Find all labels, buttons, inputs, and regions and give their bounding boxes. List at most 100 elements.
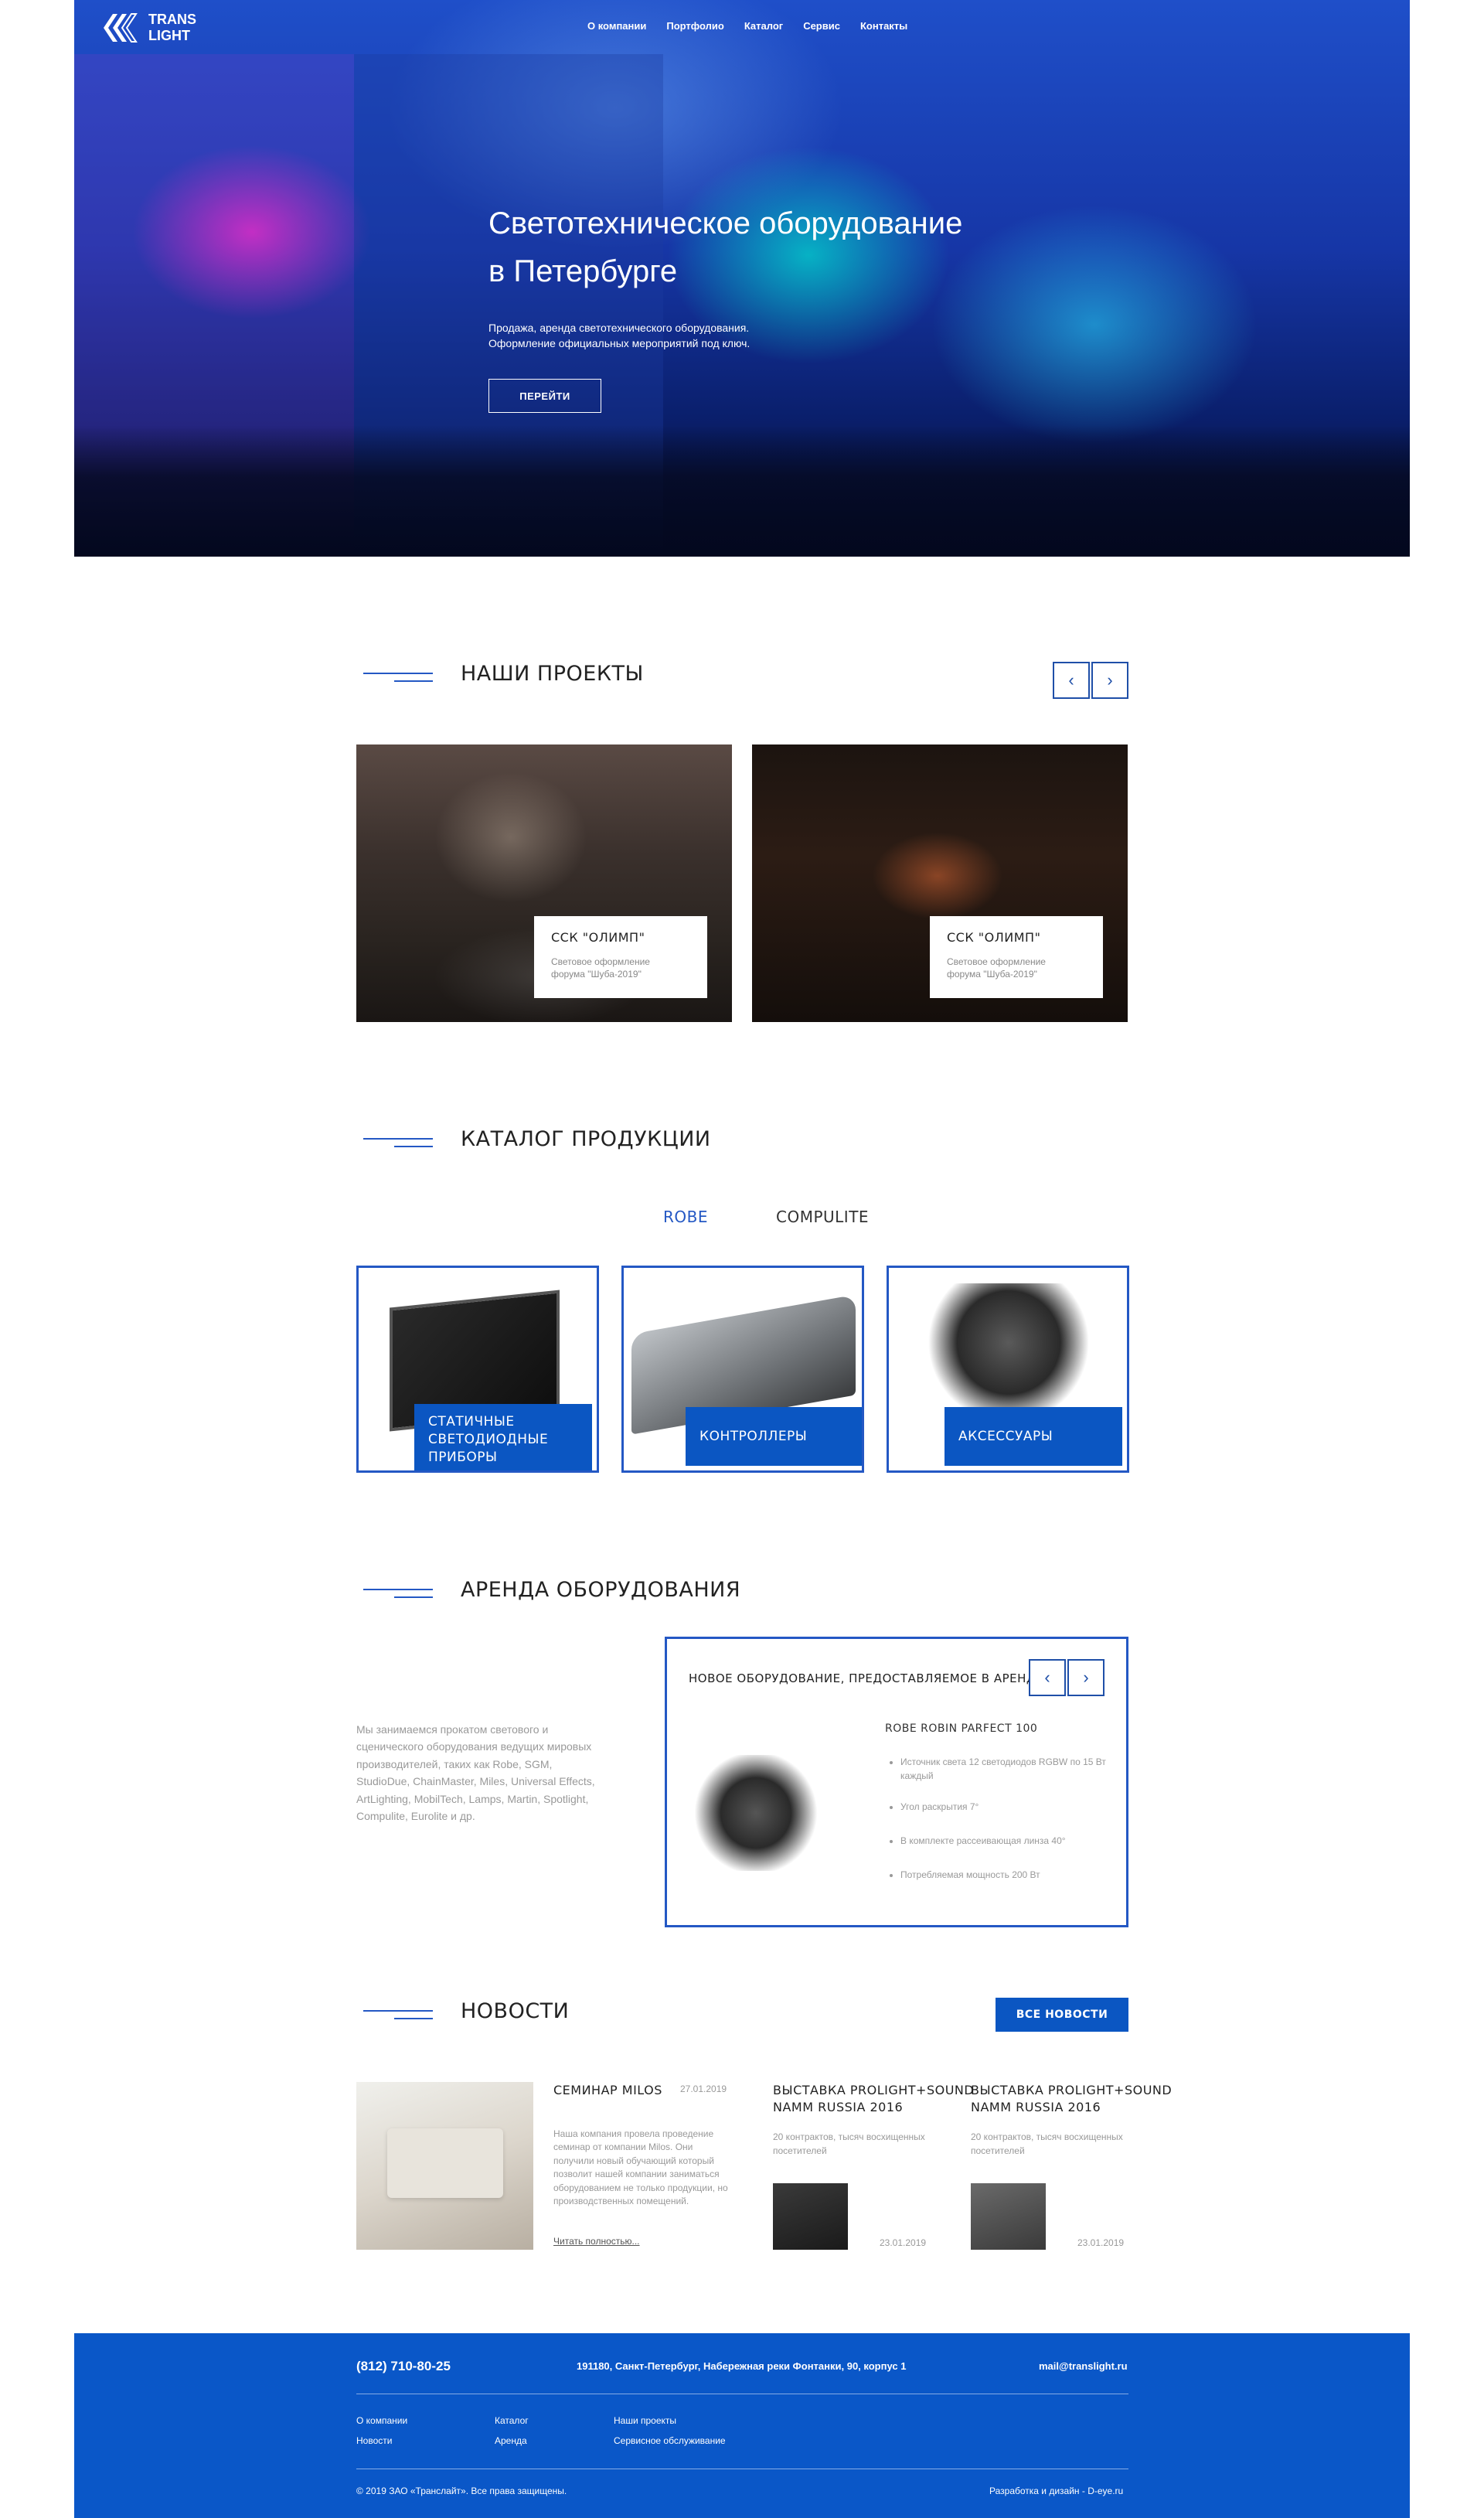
project-desc-line1: Световое оформление: [947, 956, 1046, 967]
chevron-left-icon: ‹: [1068, 670, 1074, 690]
footer-links-col2: Каталог Аренда: [495, 2411, 529, 2452]
nav-link-service[interactable]: Сервис: [803, 20, 840, 32]
main-nav: О компании Портфолио Каталог Сервис Конт…: [587, 20, 928, 32]
section-line: [363, 1138, 433, 1140]
news-title-line1: ВЫСТАВКА PROLIGHT+SOUND: [971, 2083, 1173, 2097]
news-title-line1: ВЫСТАВКА PROLIGHT+SOUND: [773, 2083, 975, 2097]
logo-text-line1: TRANS: [148, 12, 196, 28]
product-accessory-image: [920, 1283, 1098, 1415]
catalog-label-line1: АКСЕССУАРЫ: [958, 1428, 1053, 1444]
rental-box-title: НОВОЕ ОБОРУДОВАНИЕ, ПРЕДОСТАВЛЯЕМОЕ В АР…: [689, 1671, 1048, 1685]
catalog-tab-compulite[interactable]: COMPULITE: [776, 1208, 869, 1226]
section-line: [394, 2018, 433, 2019]
footer-link-about[interactable]: О компании: [356, 2411, 407, 2431]
rental-section-title: АРЕНДА ОБОРУДОВАНИЯ: [461, 1578, 741, 1602]
footer-link-catalog[interactable]: Каталог: [495, 2411, 529, 2431]
catalog-label-line1: КОНТРОЛЛЕРЫ: [699, 1428, 808, 1444]
news-section-title: НОВОСТИ: [461, 1999, 570, 2023]
catalog-section-title: КАТАЛОГ ПРОДУКЦИИ: [461, 1127, 711, 1151]
section-line: [363, 1589, 433, 1590]
catalog-card-label: СТАТИЧНЫЕ СВЕТОДИОДНЫЕ ПРИБОРЫ: [414, 1404, 592, 1470]
news-thumbnail[interactable]: [773, 2183, 848, 2250]
projects-section-title: НАШИ ПРОЕКТЫ: [461, 662, 644, 686]
projects-prev-button[interactable]: ‹: [1053, 662, 1090, 699]
rental-box: НОВОЕ ОБОРУДОВАНИЕ, ПРЕДОСТАВЛЯЕМОЕ В АР…: [665, 1637, 1128, 1927]
rental-prev-button[interactable]: ‹: [1029, 1659, 1066, 1696]
project-title: ССК "ОЛИМП": [947, 930, 1041, 945]
footer-link-news[interactable]: Новости: [356, 2431, 407, 2451]
project-desc-line2: форума "Шуба-2019": [551, 969, 642, 980]
rental-product-image: [690, 1755, 822, 1871]
rental-spec-item: Потребляемая мощность 200 Вт: [900, 1868, 1109, 1882]
section-line: [394, 1596, 433, 1598]
news-text: Наша компания провела проведение семинар…: [553, 2128, 728, 2206]
all-news-button[interactable]: ВСЕ НОВОСТИ: [996, 1998, 1128, 2032]
rental-spec-item: В комплекте рассеивающая линза 40°: [900, 1834, 1109, 1848]
rental-product-name: ROBE ROBIN PARFECT 100: [885, 1722, 1038, 1735]
hero-crowd-image: [74, 425, 1410, 557]
hero-title-line1: Светотехническое оборудование: [488, 206, 963, 240]
laptop-image: [387, 2128, 503, 2198]
nav-link-about[interactable]: О компании: [587, 20, 646, 32]
footer-links-col3: Наши проекты Сервисное обслуживание: [614, 2411, 726, 2452]
logo-text-line2: LIGHT: [148, 28, 190, 43]
hero-cta-button[interactable]: ПЕРЕЙТИ: [488, 379, 601, 413]
footer-link-projects[interactable]: Наши проекты: [614, 2411, 726, 2431]
project-desc: Световое оформление форума "Шуба-2019": [551, 956, 690, 980]
catalog-card[interactable]: КОНТРОЛЛЕРЫ: [621, 1266, 864, 1473]
news-thumbnail[interactable]: [971, 2183, 1046, 2250]
news-text: 20 контрактов, тысяч восхищенных посетит…: [773, 2131, 925, 2156]
nav-link-contacts[interactable]: Контакты: [860, 20, 907, 32]
section-line: [363, 673, 433, 674]
footer-link-service[interactable]: Сервисное обслуживание: [614, 2431, 726, 2451]
news-date: 23.01.2019: [880, 2237, 927, 2248]
news-read-more-link[interactable]: Читать полностью...: [553, 2236, 640, 2247]
catalog-label-line2: ПРИБОРЫ: [428, 1449, 498, 1465]
chevron-left-icon: ‹: [1044, 1668, 1050, 1687]
footer-copyright: © 2019 ЗАО «Транслайт». Все права защище…: [356, 2486, 567, 2496]
news-title[interactable]: ВЫСТАВКА PROLIGHT+SOUND NAMM RUSSIA 2016: [971, 2082, 1172, 2117]
news-title[interactable]: ВЫСТАВКА PROLIGHT+SOUND NAMM RUSSIA 2016: [773, 2082, 974, 2117]
footer-links-col1: О компании Новости: [356, 2411, 407, 2452]
catalog-card[interactable]: АКСЕССУАРЫ: [887, 1266, 1129, 1473]
footer-phone[interactable]: (812) 710-80-25: [356, 2359, 451, 2374]
news-text: 20 контрактов, тысяч восхищенных посетит…: [971, 2131, 1123, 2156]
hero-title: Светотехническое оборудование в Петербур…: [488, 199, 962, 295]
rental-description: Мы занимаемся прокатом светового и сцени…: [356, 1723, 595, 1822]
rental-spec-list: Источник света 12 светодиодов RGBW по 15…: [900, 1755, 1109, 1882]
news-date: 23.01.2019: [1077, 2237, 1125, 2248]
rental-spec-item: Источник света 12 светодиодов RGBW по 15…: [900, 1755, 1109, 1783]
project-title: ССК "ОЛИМП": [551, 930, 645, 945]
news-title[interactable]: СЕМИНАР MILOS: [553, 2082, 662, 2099]
section-line: [363, 2010, 433, 2012]
catalog-card-label: КОНТРОЛЛЕРЫ: [686, 1407, 862, 1466]
chevron-right-icon: ›: [1083, 1668, 1089, 1687]
project-desc-line1: Световое оформление: [551, 956, 650, 967]
catalog-tab-robe[interactable]: ROBE: [663, 1208, 708, 1226]
hero-subtitle-line1: Продажа, аренда светотехнического оборуд…: [488, 322, 750, 334]
hero-banner: TRANS LIGHT О компании Портфолио Каталог…: [74, 0, 1410, 557]
news-image[interactable]: [356, 2082, 533, 2250]
news-title-line2: NAMM RUSSIA 2016: [773, 2100, 904, 2115]
footer-credit[interactable]: Разработка и дизайн - D-eye.ru: [989, 2486, 1123, 2496]
hero-title-line2: в Петербурге: [488, 254, 678, 288]
rental-next-button[interactable]: ›: [1067, 1659, 1104, 1696]
footer-email[interactable]: mail@translight.ru: [1039, 2360, 1128, 2372]
project-card[interactable]: ССК "ОЛИМП" Световое оформление форума "…: [356, 744, 732, 1022]
chevron-right-icon: ›: [1107, 670, 1113, 690]
project-desc-line2: форума "Шуба-2019": [947, 969, 1037, 980]
catalog-label-line1: СТАТИЧНЫЕ СВЕТОДИОДНЫЕ: [428, 1414, 549, 1447]
catalog-card[interactable]: СТАТИЧНЫЕ СВЕТОДИОДНЫЕ ПРИБОРЫ: [356, 1266, 599, 1473]
footer-link-rental[interactable]: Аренда: [495, 2431, 529, 2451]
project-caption: ССК "ОЛИМП" Световое оформление форума "…: [534, 916, 707, 998]
nav-link-portfolio[interactable]: Портфолио: [666, 20, 723, 32]
logo[interactable]: TRANS LIGHT: [102, 11, 196, 45]
section-line: [394, 1146, 433, 1147]
nav-link-catalog[interactable]: Каталог: [744, 20, 783, 32]
projects-next-button[interactable]: ›: [1091, 662, 1128, 699]
project-card[interactable]: ССК "ОЛИМП" Световое оформление форума "…: [752, 744, 1128, 1022]
project-desc: Световое оформление форума "Шуба-2019": [947, 956, 1086, 980]
hero-subtitle-line2: Оформление официальных мероприятий под к…: [488, 337, 751, 350]
rental-spec-item: Угол раскрытия 7°: [900, 1800, 1109, 1814]
catalog-card-label: АКСЕССУАРЫ: [945, 1407, 1122, 1466]
